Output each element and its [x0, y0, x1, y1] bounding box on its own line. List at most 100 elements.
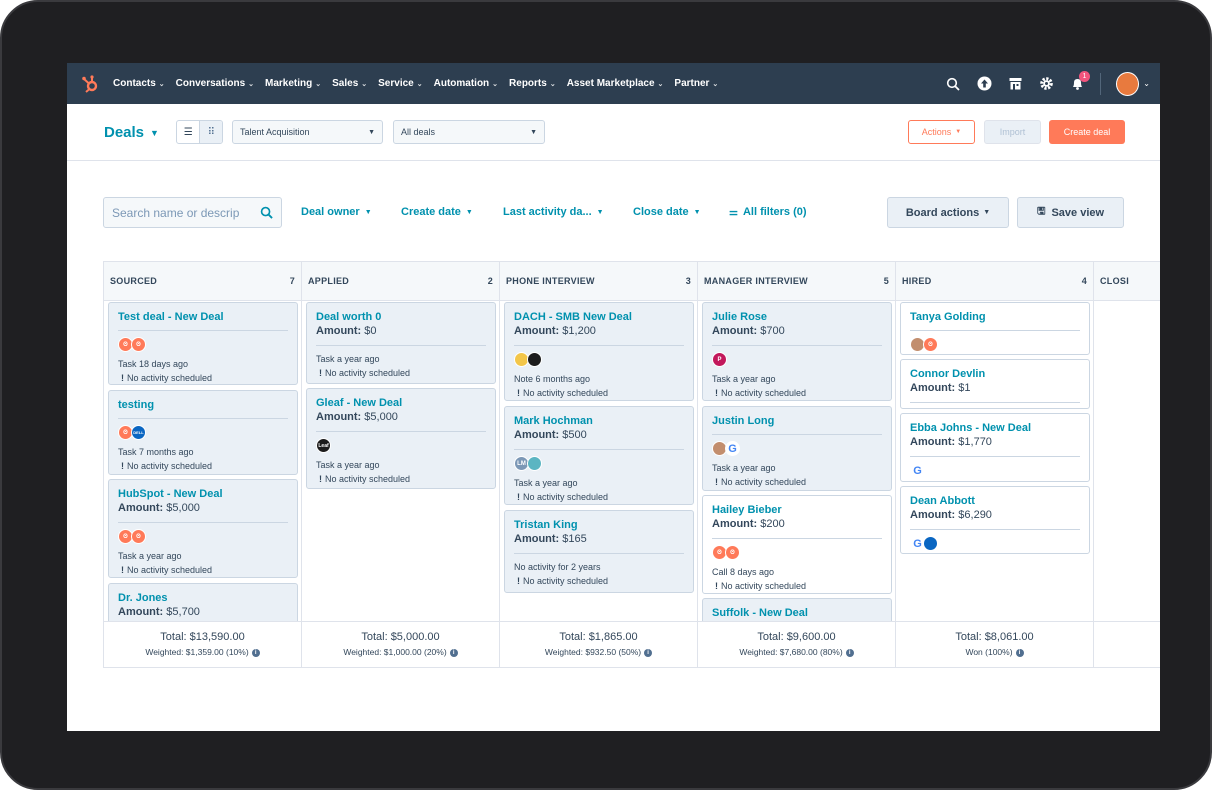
activity-status: ! No activity scheduled: [316, 472, 486, 486]
deal-card[interactable]: Deal worth 0 Amount: $0 Task a year ago …: [306, 302, 496, 384]
deal-title[interactable]: Gleaf - New Deal: [316, 396, 486, 410]
deal-title[interactable]: Ebba Johns - New Deal: [910, 421, 1080, 435]
deal-title[interactable]: Deal worth 0: [316, 310, 486, 324]
pipeline-select-value: Talent Acquisition: [240, 127, 310, 137]
deal-card[interactable]: Connor Devlin Amount: $1: [900, 359, 1090, 409]
save-view-button[interactable]: 🖫 Save view: [1017, 197, 1124, 228]
info-icon[interactable]: i: [449, 648, 458, 657]
deal-card[interactable]: HubSpot - New Deal Amount: $5,000 ʘʘ Tas…: [108, 479, 298, 578]
upgrade-icon[interactable]: [976, 76, 992, 92]
chevron-down-icon: ⌄: [1143, 79, 1150, 88]
deal-card[interactable]: Test deal - New Deal ʘʘ Task 18 days ago…: [108, 302, 298, 385]
deal-amount: Amount: $1: [910, 381, 1080, 396]
deal-card[interactable]: Ebba Johns - New Deal Amount: $1,770 G: [900, 413, 1090, 482]
settings-gear-icon[interactable]: [1038, 76, 1054, 92]
deal-title[interactable]: Tristan King: [514, 518, 684, 532]
deal-title[interactable]: DACH - SMB New Deal: [514, 310, 684, 324]
nav-partner[interactable]: Partner ⌄: [674, 78, 718, 89]
caret-down-icon: ▼: [596, 208, 604, 216]
deal-card[interactable]: Tristan King Amount: $165 No activity fo…: [504, 510, 694, 593]
deal-card[interactable]: Hailey Bieber Amount: $200 ʘʘ Call 8 day…: [702, 495, 892, 594]
deal-card[interactable]: testing ʘ DELL Task 7 months ago ! No acti…: [108, 390, 298, 475]
sourced-totals: Total: $13,590.00 Weighted: $1,359.00 (1…: [104, 622, 302, 668]
hubspot-logo-icon[interactable]: [67, 63, 113, 104]
deal-card[interactable]: Justin Long G Task a year ago ! No activi…: [702, 406, 892, 491]
marketplace-icon[interactable]: [1007, 76, 1023, 92]
deal-title[interactable]: Tanya Golding: [910, 310, 1080, 324]
deal-title[interactable]: Dean Abbott: [910, 494, 1080, 508]
chevron-down-icon: ⌄: [492, 80, 499, 88]
nav-contacts[interactable]: Contacts ⌄: [113, 78, 165, 89]
nav-sales[interactable]: Sales ⌄: [332, 78, 367, 89]
associated-avatars: ʘ: [910, 337, 1080, 352]
nav-automation[interactable]: Automation ⌄: [434, 78, 498, 89]
info-icon[interactable]: i: [251, 648, 260, 657]
all-filters-button[interactable]: ⚌ All filters (0): [729, 206, 807, 218]
board-actions-button[interactable]: Board actions ▼: [887, 197, 1009, 228]
deal-title[interactable]: Test deal - New Deal: [118, 310, 288, 324]
deal-card[interactable]: Julie Rose Amount: $700 P Task a year ag…: [702, 302, 892, 401]
column-header: MANAGER INTERVIEW 5: [698, 262, 895, 301]
column-weighted: Won (100%) i: [896, 647, 1093, 657]
deal-owner-filter[interactable]: Deal owner ▼: [301, 206, 372, 218]
company-logo-icon: [923, 536, 938, 551]
deal-title[interactable]: HubSpot - New Deal: [118, 487, 288, 501]
info-icon[interactable]: i: [1015, 648, 1024, 657]
nav-service[interactable]: Service ⌄: [378, 78, 422, 89]
deal-card[interactable]: Gleaf - New Deal Amount: $5,000 Leaf Tas…: [306, 388, 496, 489]
divider: [712, 538, 882, 539]
amount-label: Amount:: [316, 325, 362, 337]
deal-title[interactable]: testing: [118, 398, 288, 412]
nav-conversations[interactable]: Conversations ⌄: [176, 78, 254, 89]
deal-title[interactable]: Hailey Bieber: [712, 503, 882, 517]
last-task: Task a year ago: [712, 374, 776, 384]
activity-status: ! No activity scheduled: [118, 459, 288, 473]
nav-marketing[interactable]: Marketing ⌄: [265, 78, 321, 89]
deal-title[interactable]: Justin Long: [712, 414, 882, 428]
deal-title[interactable]: Dr. Jones: [118, 591, 288, 605]
caret-down-icon: ▼: [693, 208, 701, 216]
column-header: CLOSI: [1094, 262, 1160, 301]
notifications-bell-icon[interactable]: 1: [1069, 70, 1090, 92]
deal-card[interactable]: Dean Abbott Amount: $6,290 G: [900, 486, 1090, 554]
pipeline-select[interactable]: Talent Acquisition ▼: [232, 120, 383, 144]
list-view-icon[interactable]: ☰: [177, 121, 199, 143]
chevron-down-icon: ⌄: [549, 80, 556, 88]
deal-title[interactable]: Julie Rose: [712, 310, 882, 324]
column-total: Total: $9,600.00: [757, 631, 836, 643]
search-icon[interactable]: [945, 76, 961, 92]
close-date-filter[interactable]: Close date ▼: [633, 206, 701, 218]
view-select-value: All deals: [401, 127, 436, 137]
deal-title[interactable]: Mark Hochman: [514, 414, 684, 428]
search-icon[interactable]: [260, 206, 273, 219]
alert-icon: !: [517, 388, 520, 398]
associated-avatars: G: [712, 441, 882, 456]
view-select[interactable]: All deals ▼: [393, 120, 545, 144]
deal-title[interactable]: Suffolk - New Deal: [712, 606, 882, 620]
amount-value: $5,700: [166, 606, 200, 618]
nav-service-label: Service: [378, 78, 414, 89]
search-input[interactable]: Search name or descrip: [103, 197, 282, 228]
create-deal-button[interactable]: Create deal: [1049, 120, 1125, 144]
deal-card[interactable]: Tanya Golding ʘ: [900, 302, 1090, 355]
alert-icon: !: [121, 461, 124, 471]
last-activity-filter[interactable]: Last activity da... ▼: [503, 206, 604, 218]
deal-card[interactable]: DACH - SMB New Deal Amount: $1,200 Note …: [504, 302, 694, 401]
nav-reports[interactable]: Reports ⌄: [509, 78, 556, 89]
info-icon[interactable]: i: [644, 648, 653, 657]
create-date-filter[interactable]: Create date ▼: [401, 206, 473, 218]
import-button[interactable]: Import: [984, 120, 1041, 144]
info-icon[interactable]: i: [845, 648, 854, 657]
deals-object-selector[interactable]: Deals ▼: [104, 124, 159, 141]
activity-status-text: No activity scheduled: [523, 388, 609, 398]
column-total: Total: $13,590.00: [160, 631, 245, 643]
deal-title[interactable]: Connor Devlin: [910, 367, 1080, 381]
activity-status: ! No activity scheduled: [712, 579, 882, 593]
nav-asset-marketplace[interactable]: Asset Marketplace ⌄: [567, 78, 664, 89]
deal-card[interactable]: Mark Hochman Amount: $500 LM Task a year…: [504, 406, 694, 505]
user-avatar-menu[interactable]: ⌄: [1116, 71, 1150, 96]
actions-button[interactable]: Actions ▼: [908, 120, 975, 144]
board-view-icon[interactable]: ⠿: [199, 121, 222, 143]
activity-status-text: No activity scheduled: [721, 477, 807, 487]
caret-down-icon: ▼: [465, 208, 473, 216]
